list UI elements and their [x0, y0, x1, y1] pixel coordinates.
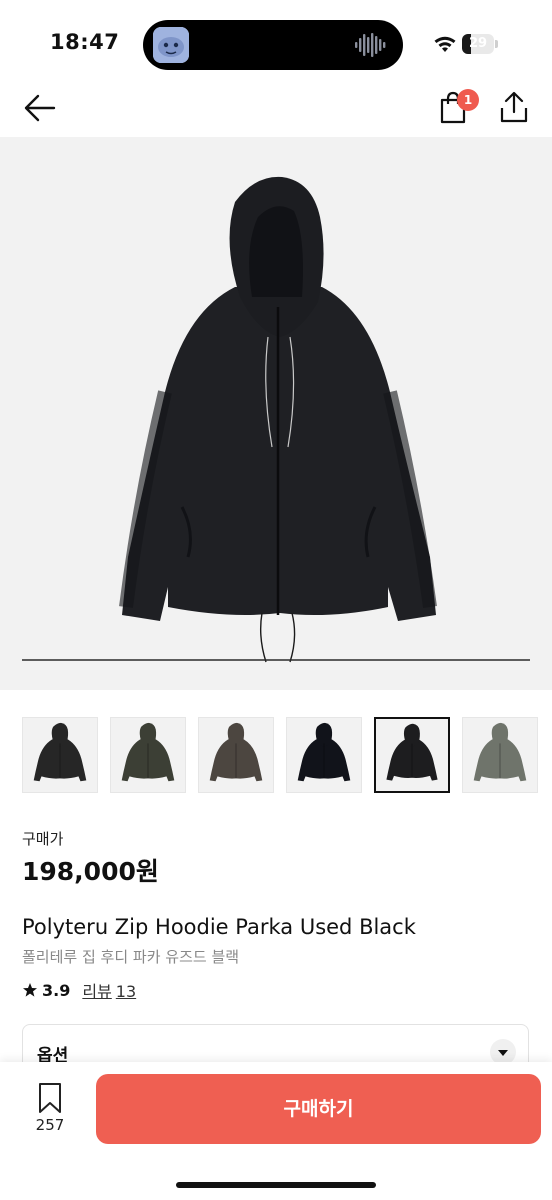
hoodie-thumbnail-image — [297, 722, 351, 782]
rating-row: 3.9 리뷰 13 — [22, 978, 140, 1002]
thumbnail-item[interactable] — [462, 717, 538, 793]
price-value: 198,000원 — [22, 857, 159, 886]
music-artwork-icon — [153, 27, 189, 63]
product-title-en: Polyteru Zip Hoodie Parka Used Black — [22, 915, 416, 939]
battery-level: 29 — [468, 36, 488, 51]
star-icon — [23, 983, 37, 997]
hoodie-image — [22, 176, 530, 663]
back-arrow-icon[interactable] — [22, 90, 58, 126]
product-main-image[interactable] — [0, 137, 552, 690]
bookmark-icon — [39, 1083, 61, 1113]
thumbnail-item[interactable] — [198, 717, 274, 793]
thumbnail-item[interactable] — [110, 717, 186, 793]
battery-icon: 29 — [462, 34, 498, 54]
price-label: 구매가 — [22, 830, 64, 848]
review-count: 13 — [115, 982, 137, 1001]
status-bar: 18:47 29 — [0, 0, 552, 88]
audio-wave-icon — [355, 33, 386, 57]
share-icon[interactable] — [496, 90, 532, 126]
product-title-ko: 폴리테루 집 후디 파카 유즈드 블랙 — [22, 948, 240, 966]
home-indicator[interactable] — [176, 1182, 376, 1188]
wifi-icon — [434, 36, 456, 52]
bookmark-button[interactable]: 257 — [30, 1082, 70, 1142]
review-label: 리뷰 — [82, 982, 112, 1001]
hoodie-thumbnail-image — [386, 723, 438, 781]
hoodie-thumbnail-image — [473, 722, 527, 782]
bookmark-count: 257 — [35, 1116, 65, 1134]
thumbnail-item[interactable] — [374, 717, 450, 793]
bottom-action-bar: 257 구매하기 — [0, 1062, 552, 1200]
buy-button[interactable]: 구매하기 — [96, 1074, 541, 1144]
cart-count-badge: 1 — [457, 89, 479, 111]
thumbnail-item[interactable] — [22, 717, 98, 793]
thumbnail-strip[interactable] — [22, 717, 552, 795]
hoodie-thumbnail-image — [121, 722, 175, 782]
hoodie-thumbnail-image — [209, 722, 263, 782]
status-time: 18:47 — [50, 30, 120, 54]
dynamic-island[interactable] — [143, 20, 403, 70]
rating-value: 3.9 — [42, 980, 71, 1000]
thumbnail-item[interactable] — [286, 717, 362, 793]
hoodie-thumbnail-image — [33, 722, 87, 782]
review-link[interactable]: 리뷰 13 — [82, 978, 140, 1002]
